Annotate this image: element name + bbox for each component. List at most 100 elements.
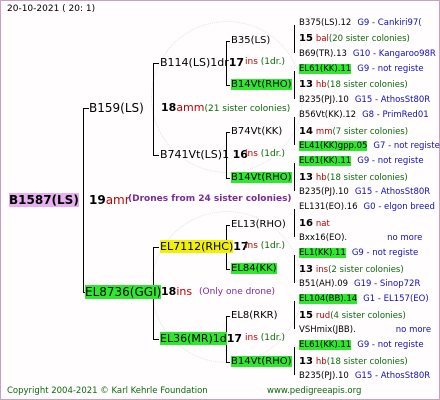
g4-row: EL61(KK).11 G9 - not registe bbox=[299, 340, 424, 351]
g4-extra: G8 - PrimRed01 bbox=[362, 110, 429, 121]
g4-name[interactable]: B235(PJ).10 bbox=[299, 371, 349, 381]
g4-row: VSHmix(JBB). no more bbox=[299, 326, 431, 335]
g3-name[interactable]: B35(LS) bbox=[231, 35, 270, 46]
g4-name[interactable]: B235(PJ).10 bbox=[299, 95, 349, 105]
g1-name[interactable]: EL8736(GGI) bbox=[85, 285, 162, 299]
g2-note: (1dr.) bbox=[260, 149, 285, 159]
g3-node: B14Vt(RHO) bbox=[231, 356, 292, 367]
tree-line bbox=[226, 362, 230, 363]
tree-line bbox=[294, 163, 295, 191]
root-stats: 19amr bbox=[89, 194, 130, 206]
g3-name[interactable]: B14Vt(RHO) bbox=[231, 79, 292, 90]
g4-extra: G10 - Kangaroo98R bbox=[352, 48, 436, 59]
g2-node: B114(LS)1dr17 bbox=[160, 57, 244, 68]
root-name[interactable]: B1587(LS) bbox=[9, 193, 79, 207]
g4-extra: G15 - AthosSt80R bbox=[354, 94, 431, 105]
g3-name[interactable]: EL84(KK) bbox=[231, 263, 277, 274]
g4-name[interactable]: EL61(KK).11 bbox=[299, 156, 352, 167]
g2-code: ins bbox=[245, 149, 258, 159]
tree-line bbox=[294, 301, 295, 329]
g1-note: (Only one drone) bbox=[199, 287, 276, 297]
g4-extra: G9 - Cankiri97( bbox=[357, 18, 422, 28]
g4-name[interactable]: B235(PJ).10 bbox=[299, 187, 349, 197]
g2-name[interactable]: EL7112(RHC) bbox=[160, 240, 234, 253]
tree-line bbox=[294, 25, 295, 53]
footer-copyright: Copyright 2004-2021 © Karl Kehrle Founda… bbox=[7, 386, 208, 396]
g4-code: hb bbox=[315, 172, 327, 183]
g4-name[interactable]: EL104(BB).14 bbox=[299, 294, 358, 305]
g4-num: 16 bbox=[299, 217, 313, 229]
g4-num: 13 bbox=[299, 263, 313, 275]
g2-code: ins bbox=[245, 333, 258, 343]
tree-line bbox=[294, 209, 295, 237]
g4-extra: G19 - Sinop72R bbox=[354, 278, 421, 289]
g4-row: EL61(KK).11 G9 - not registe bbox=[299, 156, 424, 167]
g4-name[interactable]: EL61(KK).11 bbox=[299, 340, 352, 351]
g4-name[interactable]: B56Vt(KK).12 bbox=[299, 110, 356, 120]
g2-note: (1dr.) bbox=[260, 333, 285, 343]
g4-extra: G0 - elgon breed bbox=[363, 202, 435, 213]
g1-num: 18 bbox=[161, 285, 177, 298]
g4-row: 14 mm(7 sister colonies) bbox=[299, 126, 408, 137]
g4-row: EL104(BB).14 G1 - EL157(EO) bbox=[299, 294, 429, 305]
g4-row: B56Vt(KK).12 G8 - PrimRed01 bbox=[299, 111, 429, 120]
tree-line bbox=[83, 108, 84, 292]
g3-name[interactable]: B74Vt(KK) bbox=[231, 126, 282, 137]
g4-row: Bxx16(EO). no more bbox=[299, 234, 422, 243]
g2-code: ins bbox=[245, 241, 258, 251]
g2-name[interactable]: EL36(MR)1d bbox=[160, 332, 227, 345]
g4-row: B235(PJ).10 G15 - AthosSt80R bbox=[299, 372, 430, 381]
tree-line bbox=[226, 41, 230, 42]
g1-name[interactable]: B159(LS) bbox=[89, 101, 144, 115]
g4-name[interactable]: EL41(KK)gpp.05 bbox=[299, 140, 368, 151]
g4-code: bal bbox=[315, 34, 329, 45]
g4-row: EL131(EO).16 G0 - elgon breed bbox=[299, 203, 435, 212]
g3-name[interactable]: EL13(RHO) bbox=[231, 219, 286, 230]
root-code: amr bbox=[105, 193, 130, 207]
g4-name[interactable]: B375(LS).12 bbox=[299, 18, 351, 28]
g4-name[interactable]: EL131(EO).16 bbox=[299, 202, 358, 212]
g4-row: 13 hb(18 sister colonies) bbox=[299, 356, 408, 367]
g3-name[interactable]: B14Vt(RHO) bbox=[231, 356, 292, 367]
g4-num: 13 bbox=[299, 79, 313, 91]
g2-num: 17 bbox=[226, 332, 243, 345]
g3-node: EL8(RKR) bbox=[231, 311, 278, 321]
g4-name[interactable]: EL61(KK).11 bbox=[299, 64, 352, 74]
g4-code: nat bbox=[315, 218, 330, 229]
g2-stats: ins (1dr.) bbox=[245, 242, 285, 251]
g4-row: 13 hb(18 sister colonies) bbox=[299, 80, 408, 90]
g4-extra: no more bbox=[395, 325, 432, 335]
g4-row: 16 nat bbox=[299, 217, 330, 229]
g4-code: hb bbox=[315, 356, 327, 367]
g4-name[interactable]: B51(AH).09 bbox=[299, 279, 348, 289]
g4-note: (20 sister colonies) bbox=[328, 34, 410, 45]
g4-extra: G9 - not registe bbox=[357, 340, 424, 351]
tree-line bbox=[226, 85, 230, 86]
tree-line bbox=[226, 316, 230, 317]
g4-row: B235(PJ).10 G15 - AthosSt80R bbox=[299, 188, 430, 197]
g4-row: EL1(KK).11 G9 - not registe bbox=[299, 248, 418, 259]
g4-row: B51(AH).09 G19 - Sinop72R bbox=[299, 280, 420, 289]
g4-row: B69(TR).13 G10 - Kangaroo98R bbox=[299, 48, 436, 59]
g4-name[interactable]: Bxx16(EO). bbox=[299, 233, 347, 243]
g1-code: amm bbox=[176, 101, 205, 114]
g2-name[interactable]: B741Vt(LS)1 bbox=[160, 148, 229, 161]
g2-note: (1dr.) bbox=[260, 57, 285, 67]
g2-note: (1dr.) bbox=[260, 241, 285, 251]
tree-line bbox=[294, 71, 295, 99]
g4-code: mm bbox=[315, 126, 333, 137]
footer-url[interactable]: www.pedigreeapis.org bbox=[267, 387, 361, 396]
g4-name[interactable]: VSHmix(JBB). bbox=[299, 325, 356, 335]
tree-line bbox=[153, 247, 159, 248]
g3-name[interactable]: EL8(RKR) bbox=[231, 310, 278, 321]
g3-name[interactable]: B14Vt(RHO) bbox=[231, 172, 292, 183]
g2-name[interactable]: B114(LS)1dr bbox=[160, 56, 229, 69]
g3-node: EL84(KK) bbox=[231, 263, 277, 274]
g4-name[interactable]: B69(TR).13 bbox=[299, 49, 347, 59]
g4-name[interactable]: EL1(KK).11 bbox=[299, 248, 346, 259]
tree-line bbox=[294, 255, 295, 283]
g4-num: 15 bbox=[299, 33, 313, 45]
g4-code: hb bbox=[315, 80, 327, 91]
g4-extra: G15 - AthosSt80R bbox=[354, 186, 431, 197]
g4-row: 15 rud(4 sister colonies) bbox=[299, 310, 406, 321]
